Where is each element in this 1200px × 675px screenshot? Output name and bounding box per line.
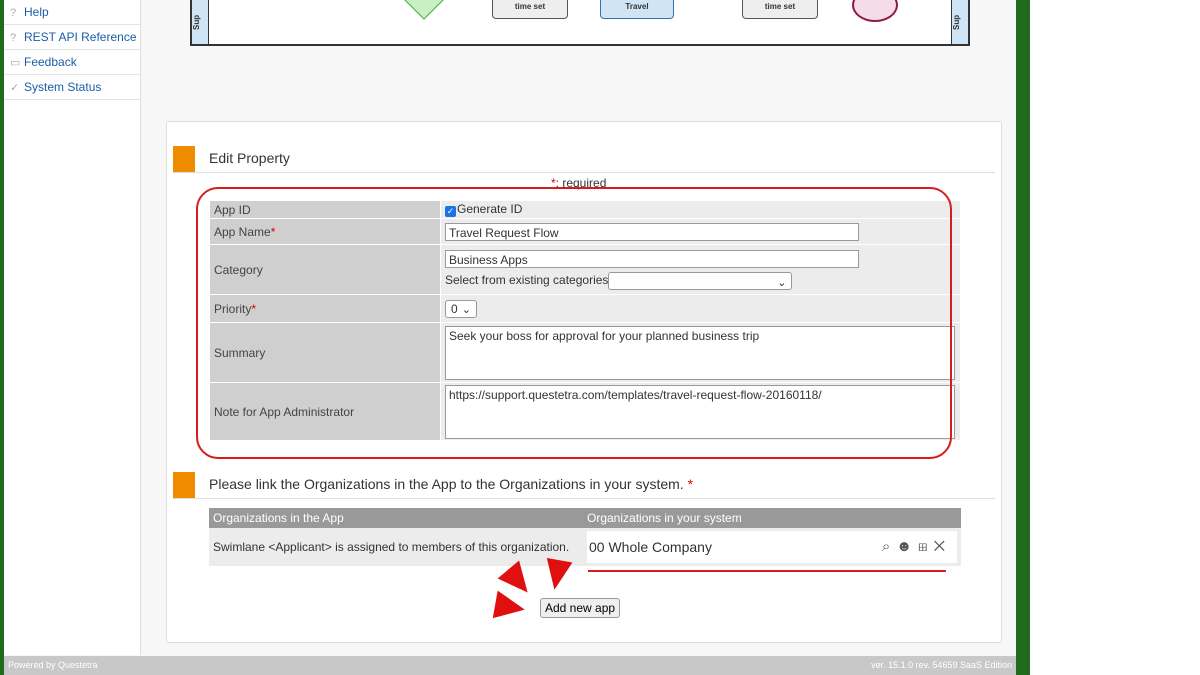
label-summary: Summary <box>209 322 441 383</box>
sidebar: ? Help ? REST API Reference ▭ Feedback ✓ Sys… <box>4 0 141 655</box>
end-event-icon <box>852 0 898 22</box>
sidebar-item-rest-api[interactable]: ? REST API Reference <box>4 25 140 50</box>
sidebar-item-help[interactable]: ? Help <box>4 0 140 25</box>
chevron-down-icon: ⌄ <box>777 276 787 289</box>
required-star: * <box>270 224 276 239</box>
footer: Powered by Questetra ver. 15.1.0 rev. 54… <box>4 656 1016 675</box>
value-app-id: ✓ Generate ID <box>440 200 961 219</box>
organization-picker-icons: ⌕☻⊞✕ <box>882 531 951 563</box>
diagram-node-travel: Travel <box>600 0 674 19</box>
section-header-orgs: Please link the Organizations in the App… <box>173 468 995 499</box>
chat-icon: ▭ <box>10 57 21 69</box>
sidebar-item-feedback[interactable]: ▭ Feedback <box>4 50 140 75</box>
category-input[interactable]: Business Apps <box>445 250 859 268</box>
column-header: Organizations in the App <box>209 508 583 528</box>
row-app-id: App ID ✓ Generate ID <box>209 200 961 219</box>
section-title: Edit Property <box>209 150 290 166</box>
row-app-name: App Name* Travel Request Flow <box>209 218 961 245</box>
organization-value: 00 Whole Company <box>589 539 712 555</box>
process-diagram: Sup time set Travel time set Sup <box>190 0 970 46</box>
sidebar-item-label: Feedback <box>24 55 77 69</box>
close-icon[interactable]: ✕ <box>934 538 951 555</box>
value-app-name: Travel Request Flow <box>440 218 961 245</box>
highlight-underline <box>588 570 946 572</box>
row-summary: Summary Seek your boss for approval for … <box>209 322 961 383</box>
label-category: Category <box>209 244 441 295</box>
section-header-edit-property: Edit Property <box>173 142 995 173</box>
property-table: App ID ✓ Generate ID App Name* Travel Req… <box>209 200 961 441</box>
swimlane-label-right: Sup <box>951 0 969 44</box>
diagram-node-timer: time set <box>492 0 568 19</box>
orgs-title-text: Please link the Organizations in the App… <box>209 476 684 492</box>
value-summary: Seek your boss for approval for your pla… <box>440 322 961 383</box>
required-star: * <box>687 476 694 492</box>
value-category: Business Apps Select from existing categ… <box>440 244 961 295</box>
user-icon[interactable]: ☻ <box>896 538 918 555</box>
question-icon: ? <box>10 7 17 19</box>
sidebar-item-label: Help <box>24 5 49 19</box>
column-header: Organizations in your system <box>583 508 961 528</box>
label-text: App Name <box>214 224 271 239</box>
sidebar-item-label: System Status <box>24 80 102 94</box>
edit-panel: Edit Property *: required App ID ✓ Genera… <box>166 121 1002 643</box>
value-priority: 0 ⌄ <box>440 294 961 323</box>
sidebar-item-label: REST API Reference <box>24 30 137 44</box>
app-window: ? Help ? REST API Reference ▭ Feedback ✓ Sys… <box>4 0 1016 675</box>
gateway-icon <box>404 0 444 20</box>
section-title: Please link the Organizations in the App… <box>209 476 693 492</box>
search-icon[interactable]: ⌕ <box>882 538 896 555</box>
row-note: Note for App Administrator https://suppo… <box>209 382 961 441</box>
table-row: Swimlane <Applicant> is assigned to memb… <box>209 528 961 566</box>
swimlane-label-left: Sup <box>191 0 209 44</box>
required-star: * <box>251 301 257 316</box>
row-category: Category Business Apps Select from exist… <box>209 244 961 295</box>
label-app-id: App ID <box>209 200 441 219</box>
chevron-down-icon: ⌄ <box>461 303 471 316</box>
orgs-row-text: Swimlane <Applicant> is assigned to memb… <box>209 528 583 566</box>
label-app-name: App Name* <box>209 218 441 245</box>
label-note: Note for App Administrator <box>209 382 441 441</box>
category-select-label: Select from existing categories <box>445 273 609 287</box>
sidebar-item-system-status[interactable]: ✓ System Status <box>4 75 140 100</box>
summary-textarea[interactable]: Seek your boss for approval for your pla… <box>445 325 955 380</box>
add-new-app-button[interactable]: Add new app <box>540 598 621 618</box>
diagram-node-timer: time set <box>742 0 818 19</box>
note-textarea[interactable]: https://support.questetra.com/templates/… <box>445 384 955 439</box>
organization-picker[interactable]: 00 Whole Company ⌕☻⊞✕ <box>587 531 957 563</box>
label-priority: Priority* <box>209 294 441 323</box>
orgs-table-header: Organizations in the App Organizations i… <box>209 508 961 528</box>
required-note-text: : required <box>555 176 607 190</box>
orgs-table: Organizations in the App Organizations i… <box>209 508 961 566</box>
orgs-row-value: 00 Whole Company ⌕☻⊞✕ <box>583 528 961 566</box>
footer-version: ver. 15.1.0 rev. 54659 SaaS Edition <box>871 660 1012 670</box>
app-name-input[interactable]: Travel Request Flow <box>445 222 859 241</box>
footer-powered-by: Powered by Questetra <box>8 660 98 670</box>
row-priority: Priority* 0 ⌄ <box>209 294 961 323</box>
generate-id-checkbox[interactable]: ✓ <box>445 206 456 217</box>
priority-value: 0 <box>451 301 458 316</box>
org-tree-icon[interactable]: ⊞ <box>918 538 934 555</box>
category-select-row: Select from existing categories ⌄ <box>445 271 956 290</box>
pointer-arrow <box>492 590 528 624</box>
question-icon: ? <box>10 32 17 44</box>
priority-select[interactable]: 0 ⌄ <box>445 299 477 318</box>
generate-id-label: Generate ID <box>457 202 523 216</box>
pointer-arrow <box>541 557 573 593</box>
section-marker <box>173 472 195 498</box>
section-marker <box>173 146 195 172</box>
window-frame-right <box>1016 0 1030 675</box>
value-note: https://support.questetra.com/templates/… <box>440 382 961 441</box>
required-note: *: required <box>551 176 606 190</box>
category-select[interactable]: ⌄ <box>608 271 793 290</box>
check-circle-icon: ✓ <box>10 82 20 94</box>
label-text: Priority <box>214 301 252 316</box>
